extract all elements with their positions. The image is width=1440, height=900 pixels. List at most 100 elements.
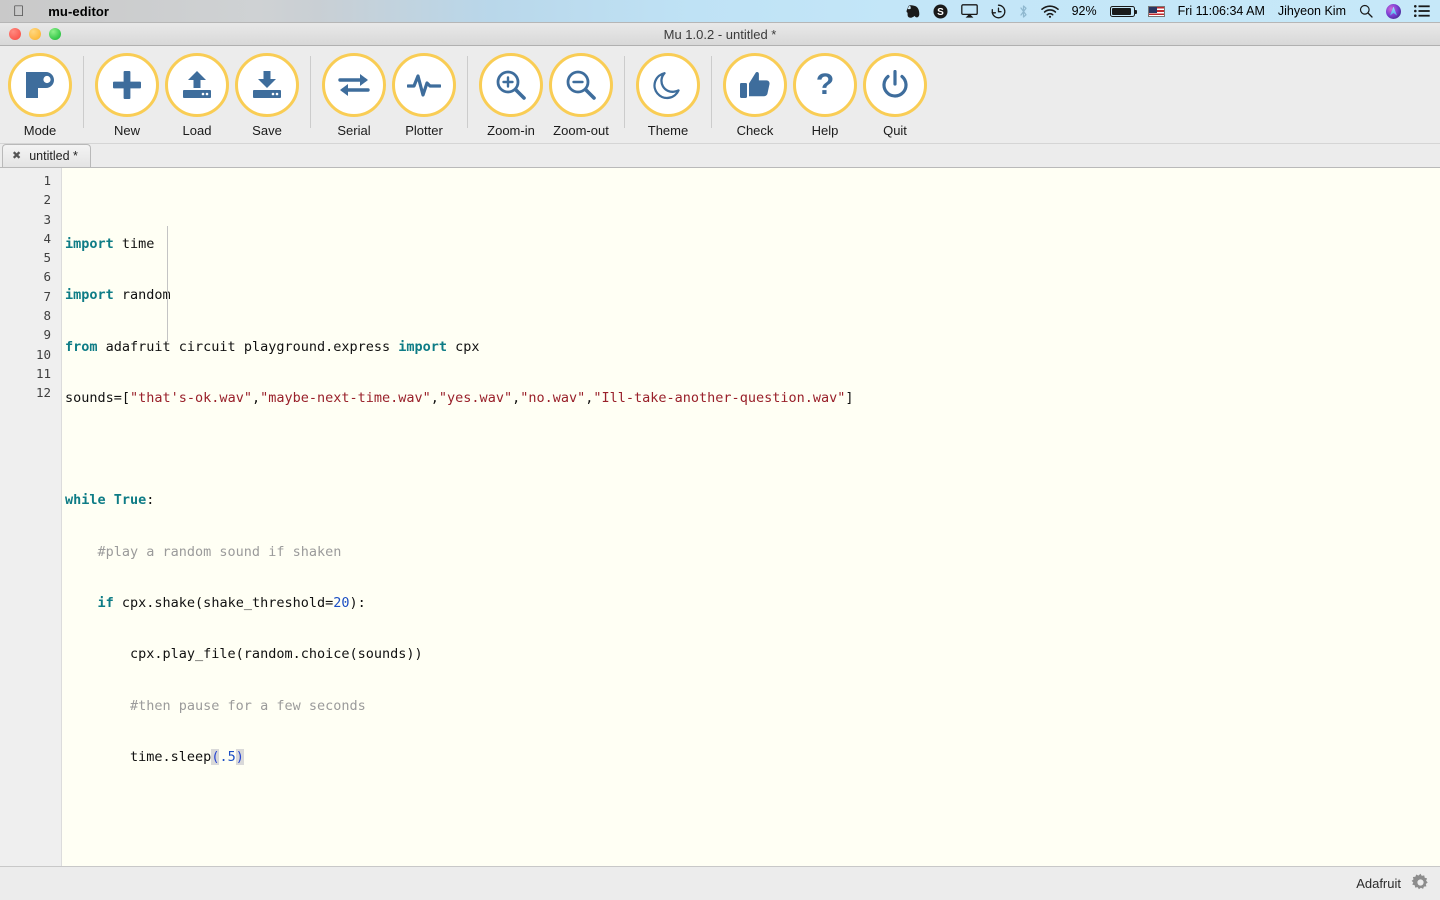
code-line-1: import time — [65, 236, 155, 252]
magnifier-minus-icon — [565, 69, 597, 101]
status-bar: Adafruit — [0, 867, 1440, 900]
line-number: 7 — [43, 288, 51, 304]
code-text-area[interactable]: import time import random from adafruit … — [62, 168, 1440, 866]
toolbar-separator — [711, 56, 712, 128]
line-number: 1 — [43, 173, 51, 188]
mode-icon — [23, 70, 57, 100]
line-number: 9 — [43, 327, 51, 343]
window-title: Mu 1.0.2 - untitled * — [663, 26, 777, 42]
evernote-icon[interactable] — [906, 0, 920, 22]
status-mode-label[interactable]: Adafruit — [1356, 876, 1401, 891]
gear-icon[interactable] — [1411, 873, 1430, 895]
toolbar-button-theme[interactable]: Theme — [633, 50, 703, 138]
close-icon[interactable]: ✖ — [12, 150, 21, 162]
control-center-list-icon[interactable] — [1414, 0, 1430, 22]
airplay-icon[interactable] — [960, 0, 978, 22]
line-number: 8 — [43, 308, 51, 324]
toolbar-button-plotter[interactable]: Plotter — [389, 50, 459, 138]
code-editor[interactable]: 1 2 3 4 5 6 7 8 9 10 11 12 import time i… — [0, 168, 1440, 867]
plus-icon — [111, 69, 143, 101]
toolbar-button-mode[interactable]: Mode — [5, 50, 75, 138]
toolbar-button-zoom-in[interactable]: Zoom-in — [476, 50, 546, 138]
line-number: 12 — [35, 385, 51, 401]
code-line-9: cpx.play_file(random.choice(sounds)) — [65, 646, 423, 663]
indent-guide — [167, 226, 168, 342]
toolbar-button-serial[interactable]: Serial — [319, 50, 389, 138]
toolbar-separator — [624, 56, 625, 128]
toolbar-label-zoom-in: Zoom-in — [487, 123, 535, 138]
line-number: 4 — [43, 230, 51, 246]
upload-icon — [181, 69, 213, 101]
toolbar-label-check: Check — [736, 123, 774, 138]
magnifier-plus-icon — [495, 69, 527, 101]
toolbar-label-quit: Quit — [883, 123, 907, 138]
toolbar-button-load[interactable]: Load — [162, 50, 232, 138]
toolbar-label-serial: Serial — [337, 123, 371, 138]
toolbar-label-zoom-out: Zoom-out — [553, 123, 609, 138]
line-number: 11 — [35, 365, 51, 381]
code-line-11: time.sleep(.5) — [65, 748, 244, 765]
tab-label: untitled * — [29, 149, 78, 163]
toolbar-button-quit[interactable]: Quit — [860, 50, 930, 138]
zoom-button[interactable] — [49, 28, 61, 40]
wifi-icon[interactable] — [1040, 0, 1059, 22]
line-number: 10 — [35, 346, 51, 362]
toolbar-separator — [467, 56, 468, 128]
toolbar-label-load: Load — [182, 123, 212, 138]
time-machine-icon[interactable] — [991, 0, 1006, 22]
search-icon[interactable] — [1359, 0, 1373, 22]
menubar-clock[interactable]: Fri 11:06:34 AM — [1178, 4, 1265, 18]
toolbar-separator — [310, 56, 311, 128]
main-toolbar: Mode New Load Save Serial Plotter Zoom-i… — [0, 46, 1440, 144]
code-line-4: sounds=["that's-ok.wav","maybe-next-time… — [65, 389, 854, 406]
menubar-user-name[interactable]: Jihyeon Kim — [1278, 4, 1346, 18]
download-icon — [251, 69, 283, 101]
toolbar-label-help: Help — [811, 123, 839, 138]
code-line-6: while True: — [65, 492, 155, 509]
battery-icon[interactable] — [1109, 0, 1138, 22]
toolbar-label-plotter: Plotter — [405, 123, 443, 138]
toolbar-label-theme: Theme — [647, 123, 689, 138]
line-number-gutter: 1 2 3 4 5 6 7 8 9 10 11 12 — [0, 168, 62, 866]
thumbs-up-icon — [739, 70, 771, 100]
svg-text:S: S — [937, 7, 944, 18]
moon-icon — [653, 70, 683, 100]
us-flag-icon[interactable] — [1147, 0, 1165, 22]
toolbar-button-save[interactable]: Save — [232, 50, 302, 138]
question-mark-icon: ? — [813, 69, 837, 101]
code-line-8: if cpx.shake(shake_threshold=20): — [97, 595, 366, 612]
power-icon — [880, 70, 910, 100]
toolbar-label-save: Save — [252, 123, 282, 138]
code-line-10: #then pause for a few seconds — [65, 697, 366, 714]
minimize-button[interactable] — [29, 28, 41, 40]
line-number: 6 — [43, 269, 51, 285]
close-button[interactable] — [9, 28, 21, 40]
toolbar-button-help[interactable]: ? Help — [790, 50, 860, 138]
waveform-icon — [407, 72, 441, 98]
code-line-7: #play a random sound if shaken — [65, 543, 342, 560]
skype-icon[interactable]: S — [933, 0, 948, 22]
toolbar-label-mode: Mode — [23, 123, 57, 138]
line-number: 5 — [43, 250, 51, 266]
mu-editor-window: Mu 1.0.2 - untitled * Mode New Load Save… — [0, 22, 1440, 900]
macos-menu-bar:  mu-editor S 92% Fri 11:06:34 AM Jihyeo… — [0, 0, 1440, 22]
toolbar-button-check[interactable]: Check — [720, 50, 790, 138]
tab-untitled[interactable]: ✖ untitled * — [2, 144, 91, 167]
code-line-2: import random — [65, 287, 171, 304]
exchange-arrows-icon — [337, 71, 371, 99]
siri-icon[interactable] — [1386, 0, 1401, 22]
bluetooth-icon[interactable] — [1019, 0, 1028, 22]
active-app-name[interactable]: mu-editor — [48, 4, 109, 19]
toolbar-separator — [83, 56, 84, 128]
apple-logo-icon[interactable]:  — [13, 4, 24, 19]
line-number: 2 — [43, 192, 51, 208]
svg-text:?: ? — [816, 69, 834, 101]
toolbar-button-new[interactable]: New — [92, 50, 162, 138]
tab-bar: ✖ untitled * — [0, 144, 1440, 168]
toolbar-button-zoom-out[interactable]: Zoom-out — [546, 50, 616, 138]
window-title-bar[interactable]: Mu 1.0.2 - untitled * — [0, 23, 1440, 46]
line-number: 3 — [43, 211, 51, 227]
battery-percent-label: 92% — [1071, 4, 1097, 18]
